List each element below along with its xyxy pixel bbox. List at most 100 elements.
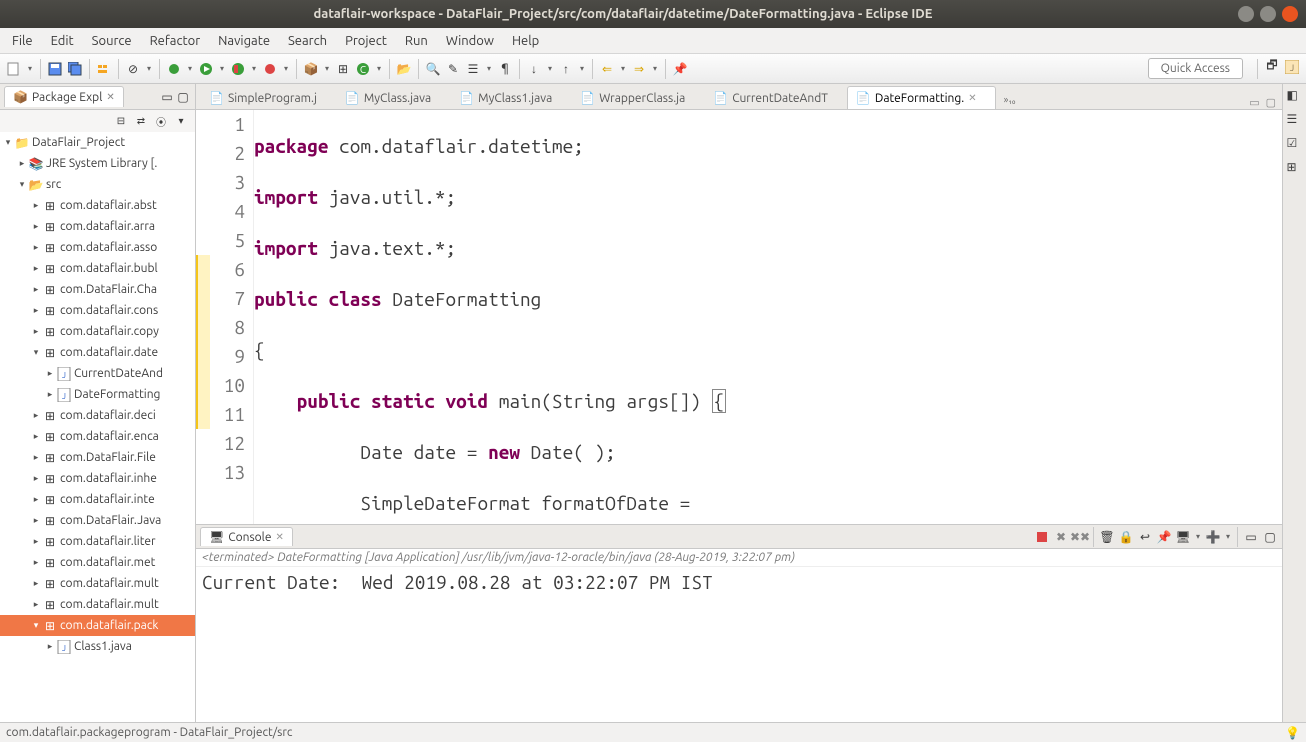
display-console-dropdown[interactable]: ▾ — [1194, 529, 1202, 545]
menu-run[interactable]: Run — [397, 31, 436, 51]
open-type-icon[interactable]: 📂 — [396, 61, 412, 77]
next-annotation-icon[interactable]: ↓ — [526, 61, 542, 77]
prev-ann-dropdown[interactable]: ▾ — [578, 61, 586, 77]
open-console-icon[interactable]: ➕ — [1205, 529, 1221, 545]
outline-view-icon[interactable]: ☰ — [1287, 112, 1303, 128]
tree-package[interactable]: ▸⊞com.dataflair.mult — [0, 594, 195, 615]
debug-icon[interactable] — [166, 61, 182, 77]
new-dropdown[interactable]: ▾ — [26, 61, 34, 77]
remove-launch-icon[interactable]: ✖ — [1053, 529, 1069, 545]
terminate-icon[interactable] — [1034, 529, 1050, 545]
open-console-dropdown[interactable]: ▾ — [1224, 529, 1232, 545]
tree-package-selected[interactable]: ▾⊞com.dataflair.pack — [0, 615, 195, 636]
new-icon[interactable] — [6, 61, 22, 77]
tree-java-file[interactable]: ▸JDateFormatting — [0, 384, 195, 405]
tree-java-file[interactable]: ▸JCurrentDateAnd — [0, 363, 195, 384]
forward-dropdown[interactable]: ▾ — [651, 61, 659, 77]
close-tab-icon[interactable]: ✕ — [968, 92, 976, 104]
task-list-view-icon[interactable]: ☑ — [1287, 136, 1303, 152]
tree-package[interactable]: ▸⊞com.dataflair.met — [0, 552, 195, 573]
run-last-dropdown[interactable]: ▾ — [282, 61, 290, 77]
task-dropdown[interactable]: ▾ — [485, 61, 493, 77]
task-icon[interactable]: ☰ — [465, 61, 481, 77]
save-all-icon[interactable] — [67, 61, 83, 77]
pin-icon[interactable]: 📌 — [672, 61, 688, 77]
collapse-all-icon[interactable]: ⊟ — [113, 113, 129, 129]
editor-tab[interactable]: 📄MyClass1.java — [450, 86, 571, 109]
search-icon[interactable]: 🔍 — [425, 61, 441, 77]
forward-icon[interactable]: ⇒ — [631, 61, 647, 77]
tree-package-expanded[interactable]: ▾⊞com.dataflair.date — [0, 342, 195, 363]
console-output[interactable]: Current Date: Wed 2019.08.28 at 03:22:07… — [196, 567, 1282, 722]
new-project-dropdown[interactable]: ▾ — [323, 61, 331, 77]
menu-search[interactable]: Search — [280, 31, 335, 51]
display-console-icon[interactable]: 🖥 — [1175, 529, 1191, 545]
console-tab[interactable]: 🖥 Console ✕ — [200, 527, 293, 546]
maximize-view-icon[interactable]: ▢ — [175, 89, 191, 105]
scroll-lock-icon[interactable]: 🔒 — [1118, 529, 1134, 545]
tree-package[interactable]: ▸⊞com.dataflair.copy — [0, 321, 195, 342]
word-wrap-icon[interactable]: ↩ — [1137, 529, 1153, 545]
remove-all-icon[interactable]: ✖✖ — [1072, 529, 1088, 545]
tree-package[interactable]: ▸⊞com.DataFlair.Java — [0, 510, 195, 531]
menu-refactor[interactable]: Refactor — [142, 31, 209, 51]
editor-tab[interactable]: 📄CurrentDateAndT — [704, 86, 847, 109]
open-perspective-icon[interactable]: 🗗 — [1264, 59, 1280, 75]
clear-console-icon[interactable]: 🗑 — [1099, 529, 1115, 545]
minimize-console-icon[interactable]: ▭ — [1243, 529, 1259, 545]
tree-jre[interactable]: ▸📚JRE System Library [. — [0, 153, 195, 174]
tree-project[interactable]: ▾📁DataFlair_Project — [0, 132, 195, 153]
package-tree[interactable]: ▾📁DataFlair_Project ▸📚JRE System Library… — [0, 132, 195, 722]
code-editor[interactable]: 123 456 789 101112 13 package com.datafl… — [196, 110, 1282, 524]
toggle-breadcrumb-icon[interactable] — [96, 61, 112, 77]
tree-package[interactable]: ▸⊞com.DataFlair.Cha — [0, 279, 195, 300]
minimize-button[interactable] — [1238, 6, 1254, 22]
editor-tab[interactable]: 📄WrapperClass.ja — [571, 86, 704, 109]
tab-overflow-button[interactable]: »₁₀ — [1000, 90, 1020, 109]
tree-src[interactable]: ▾📂src — [0, 174, 195, 195]
prev-annotation-icon[interactable]: ↑ — [558, 61, 574, 77]
toggle-mark-icon[interactable]: ¶ — [497, 61, 513, 77]
menu-edit[interactable]: Edit — [43, 31, 82, 51]
restore-icon[interactable]: ◧ — [1287, 88, 1303, 104]
run-last-icon[interactable] — [262, 61, 278, 77]
tree-package[interactable]: ▸⊞com.DataFlair.File — [0, 447, 195, 468]
run-dropdown[interactable]: ▾ — [218, 61, 226, 77]
close-console-icon[interactable]: ✕ — [275, 531, 283, 543]
new-java-project-icon[interactable]: 📦 — [303, 61, 319, 77]
minimize-view-icon[interactable]: ▭ — [159, 89, 175, 105]
tree-package[interactable]: ▸⊞com.dataflair.cons — [0, 300, 195, 321]
maximize-editor-icon[interactable]: ▢ — [1266, 96, 1276, 109]
next-ann-dropdown[interactable]: ▾ — [546, 61, 554, 77]
close-view-icon[interactable]: ✕ — [106, 91, 114, 103]
run-icon[interactable] — [198, 61, 214, 77]
package-explorer-tab[interactable]: 📦 Package Expl ✕ — [4, 86, 124, 107]
skip-breakpoints-dropdown[interactable]: ▾ — [145, 61, 153, 77]
skip-breakpoints-icon[interactable]: ⊘ — [125, 61, 141, 77]
pin-console-icon[interactable]: 📌 — [1156, 529, 1172, 545]
tree-package[interactable]: ▸⊞com.dataflair.liter — [0, 531, 195, 552]
close-button[interactable] — [1282, 6, 1298, 22]
back-icon[interactable]: ⇐ — [599, 61, 615, 77]
tree-package[interactable]: ▸⊞com.dataflair.abst — [0, 195, 195, 216]
tree-package[interactable]: ▸⊞com.dataflair.mult — [0, 573, 195, 594]
tree-package[interactable]: ▸⊞com.dataflair.bubl — [0, 258, 195, 279]
minimize-editor-icon[interactable]: ▭ — [1249, 96, 1259, 109]
tree-package[interactable]: ▸⊞com.dataflair.arra — [0, 216, 195, 237]
tip-bulb-icon[interactable]: 💡 — [1285, 726, 1300, 740]
more-views-icon[interactable]: ⊞ — [1287, 160, 1303, 176]
new-package-icon[interactable]: ⊞ — [335, 61, 351, 77]
coverage-icon[interactable] — [230, 61, 246, 77]
coverage-dropdown[interactable]: ▾ — [250, 61, 258, 77]
maximize-button[interactable] — [1260, 6, 1276, 22]
menu-source[interactable]: Source — [84, 31, 140, 51]
tree-package[interactable]: ▸⊞com.dataflair.inte — [0, 489, 195, 510]
link-editor-icon[interactable]: ⇄ — [133, 113, 149, 129]
menu-file[interactable]: File — [4, 31, 41, 51]
quick-access-input[interactable]: Quick Access — [1148, 58, 1243, 79]
tree-package[interactable]: ▸⊞com.dataflair.asso — [0, 237, 195, 258]
debug-dropdown[interactable]: ▾ — [186, 61, 194, 77]
menu-project[interactable]: Project — [337, 31, 395, 51]
editor-tab-active[interactable]: 📄DateFormatting.✕ — [847, 86, 996, 109]
view-menu-icon[interactable]: ▾ — [173, 113, 189, 129]
